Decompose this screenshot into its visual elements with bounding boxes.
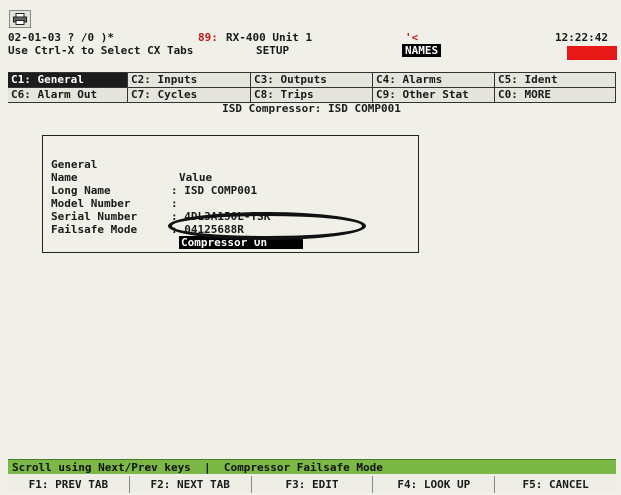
field-row-model-number[interactable]: Model Number : 4DL3A150L-TSK xyxy=(51,184,270,223)
general-panel: General Value Name : ISD COMP001 Long Na… xyxy=(42,135,419,253)
f4-label: F4: LOOK UP xyxy=(397,478,471,491)
status-codes: 02-01-03 ? /0 )* xyxy=(8,31,114,44)
names-button[interactable]: NAMES xyxy=(402,44,442,57)
unit-name: RX-400 Unit 1 xyxy=(226,31,313,44)
f2-label: F2: NEXT TAB xyxy=(150,478,230,491)
f1-label: F1: PREV TAB xyxy=(28,478,109,491)
tab-alarms[interactable]: C4: Alarms xyxy=(373,73,495,87)
field-row-long-name[interactable]: Long Name : xyxy=(51,171,178,210)
f5-cancel-button[interactable]: F5: CANCEL xyxy=(495,476,616,493)
comm-indicator: '< xyxy=(405,31,419,44)
printer-icon xyxy=(13,13,27,25)
status-line: 02-01-03 ? /0 )* 89: RX-400 Unit 1 '< 12… xyxy=(8,31,617,44)
field-row-name[interactable]: Name : ISD COMP001 xyxy=(51,158,257,197)
clock: 12:22:42 xyxy=(555,31,608,44)
hint-line: Use Ctrl-X to Select CX Tabs SETUP NAMES xyxy=(8,44,617,60)
help-bar: Scroll using Next/Prev keys | Compressor… xyxy=(8,459,616,474)
tab-cycles[interactable]: C7: Cycles xyxy=(128,88,251,102)
highlight-ellipse xyxy=(168,212,366,240)
tab-outputs[interactable]: C3: Outputs xyxy=(251,73,373,87)
panel-header-row: General Value xyxy=(51,145,212,184)
tab-trips[interactable]: C8: Trips xyxy=(251,88,373,102)
tab-other-stat[interactable]: C9: Other Stat xyxy=(373,88,495,102)
field-row-serial-number[interactable]: Serial Number : 04125688R xyxy=(51,197,244,236)
f3-edit-button[interactable]: F3: EDIT xyxy=(251,476,374,493)
print-button[interactable] xyxy=(9,10,31,28)
field-label-failsafe-mode: Failsafe Mode xyxy=(51,223,138,236)
tab-general[interactable]: C1: General xyxy=(8,73,128,87)
tab-ident[interactable]: C5: Ident xyxy=(495,73,616,87)
tab-alarm-out[interactable]: C6: Alarm Out xyxy=(8,88,128,102)
f1-prev-tab-button[interactable]: F1: PREV TAB xyxy=(8,476,130,493)
tab-bar: C1: General C2: Inputs C3: Outputs C4: A… xyxy=(8,72,616,103)
f2-next-tab-button[interactable]: F2: NEXT TAB xyxy=(129,476,252,493)
f4-look-up-button[interactable]: F4: LOOK UP xyxy=(373,476,496,493)
tab-row-1: C1: General C2: Inputs C3: Outputs C4: A… xyxy=(8,73,616,88)
mode-label: SETUP xyxy=(256,44,290,57)
field-value-name[interactable]: : ISD COMP001 xyxy=(171,184,257,197)
column-header-value: Value xyxy=(179,171,213,184)
unit-number: 89: xyxy=(198,31,218,44)
field-value-long-name[interactable]: : xyxy=(171,197,178,210)
field-row-failsafe-mode[interactable]: Failsafe Mode Compressor On xyxy=(51,210,304,249)
tab-row-2: C6: Alarm Out C7: Cycles C8: Trips C9: O… xyxy=(8,88,616,103)
setup-window: 02-01-03 ? /0 )* 89: RX-400 Unit 1 '< 12… xyxy=(6,8,617,493)
function-key-bar: F1: PREV TAB F2: NEXT TAB F3: EDIT F4: L… xyxy=(8,476,616,493)
page-title: ISD Compressor: ISD COMP001 xyxy=(222,102,401,115)
f5-label: F5: CANCEL xyxy=(522,478,589,491)
tab-inputs[interactable]: C2: Inputs xyxy=(128,73,251,87)
f3-label: F3: EDIT xyxy=(285,478,339,491)
hint-text: Use Ctrl-X to Select CX Tabs xyxy=(8,44,194,57)
tab-more[interactable]: C0: MORE xyxy=(495,88,616,102)
alarm-indicator xyxy=(567,46,617,60)
